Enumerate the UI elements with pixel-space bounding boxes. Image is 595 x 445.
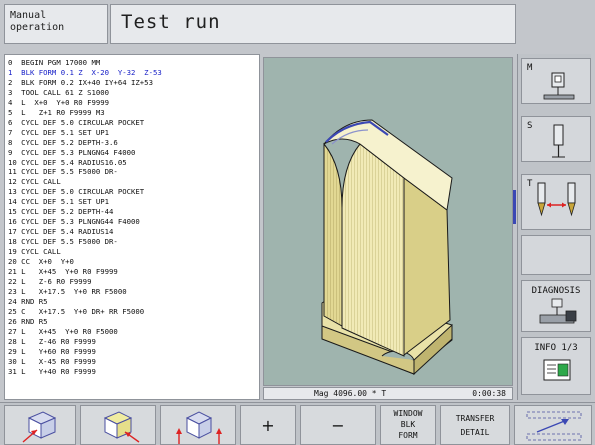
program-line[interactable]: 2 BLK FORM 0.2 IX+40 IY+64 IZ+53 (8, 78, 259, 88)
t-tool-key[interactable]: T (521, 174, 591, 230)
machining-time-readout: 0:00:38 (472, 389, 506, 398)
m-function-key[interactable]: M (521, 58, 591, 104)
scroll-indicator (513, 190, 516, 224)
window-blk-form-line1: WINDOW (393, 409, 423, 418)
program-line[interactable]: 18 CYCL DEF 5.5 F5000 DR- (8, 237, 259, 247)
program-line[interactable]: 0 BEGIN PGM 17000 MM (8, 58, 259, 68)
program-line[interactable]: 28 L Z-46 R0 F9999 (8, 337, 259, 347)
transfer-detail-key[interactable]: TRANSFER DETAIL (440, 405, 510, 445)
program-line[interactable]: 9 CYCL DEF 5.3 PLNGNG4 F4000 (8, 148, 259, 158)
program-line[interactable]: 26 RND R5 (8, 317, 259, 327)
transfer-detail-line2: DETAIL (460, 428, 490, 437)
window-blk-form-key[interactable]: WINDOW BLK FORM (380, 405, 436, 445)
rotate-cube-icon (176, 411, 222, 444)
zoom-out-key[interactable]: − (300, 405, 376, 445)
empty-side-key[interactable] (521, 235, 591, 275)
program-line-active[interactable]: 1 BLK FORM 0.1 Z X-20 Y-32 Z-53 (8, 68, 259, 78)
program-line[interactable]: 14 CYCL DEF 5.1 SET UP1 (8, 197, 259, 207)
program-line[interactable]: 13 CYCL DEF 5.0 CIRCULAR POCKET (8, 187, 259, 197)
graphics-status-bar: Mag 4096.00 * T 0:00:38 (263, 387, 513, 400)
tnc-screen: Manual operation Test run 0 BEGIN PGM 17… (0, 0, 595, 445)
program-line[interactable]: 20 CC X+0 Y+0 (8, 257, 259, 267)
test-run-graphics[interactable] (263, 57, 513, 386)
program-line[interactable]: 15 CYCL DEF 5.2 DEPTH-44 (8, 207, 259, 217)
rotate-view-key[interactable] (160, 405, 236, 445)
program-line[interactable]: 12 CYCL CALL (8, 177, 259, 187)
workpiece-3d-view (321, 119, 453, 376)
program-line[interactable]: 25 C X+17.5 Y+0 DR+ RR F5000 (8, 307, 259, 317)
transfer-detail-line1: TRANSFER (455, 414, 495, 423)
program-line[interactable]: 3 TOOL CALL 61 Z S1000 (8, 88, 259, 98)
diagnosis-key[interactable]: DIAGNOSIS (521, 280, 591, 332)
program-line[interactable]: 29 L Y+60 R0 F9999 (8, 347, 259, 357)
cube-view-left-icon (22, 411, 57, 443)
program-line[interactable]: 27 L X+45 Y+0 R0 F5000 (8, 327, 259, 337)
program-line[interactable]: 30 L X-45 R0 F9999 (8, 357, 259, 367)
program-line[interactable]: 17 CYCL DEF 5.4 RADIUS14 (8, 227, 259, 237)
magnification-readout: Mag 4096.00 * T (314, 389, 387, 398)
zoom-in-key[interactable]: + (240, 405, 296, 445)
program-line[interactable]: 23 L X+17.5 Y+0 RR F5000 (8, 287, 259, 297)
program-listing[interactable]: 0 BEGIN PGM 17000 MM 1 BLK FORM 0.1 Z X-2… (4, 54, 260, 400)
program-line[interactable]: 19 CYCL CALL (8, 247, 259, 257)
view-3d-right-key[interactable] (80, 405, 156, 445)
plus-label: + (261, 416, 275, 435)
program-line[interactable]: 16 CYCL DEF 5.3 PLNGNG44 F4000 (8, 217, 259, 227)
vertical-softkey-bar: M S T DIAGNOSIS INFO 1/3 (517, 54, 591, 400)
window-blk-form-line3: FORM (398, 431, 418, 440)
softkey-row-icon (526, 411, 582, 441)
diagnosis-icon (539, 298, 577, 324)
softkey-row-switch-key[interactable] (514, 405, 592, 445)
program-line[interactable]: 4 L X+0 Y+0 R0 F9999 (8, 98, 259, 108)
spindle-speed-icon (552, 124, 565, 158)
program-line[interactable]: 5 L Z+1 R0 F9999 M3 (8, 108, 259, 118)
s-spindle-key[interactable]: S (521, 116, 591, 162)
cube-view-right-icon (103, 411, 140, 443)
program-line[interactable]: 31 L Y+40 R0 F9999 (8, 367, 259, 377)
view-3d-left-key[interactable] (4, 405, 76, 445)
program-line[interactable]: 7 CYCL DEF 5.1 SET UP1 (8, 128, 259, 138)
program-line[interactable]: 11 CYCL DEF 5.5 F5000 DR- (8, 167, 259, 177)
minus-label: − (331, 416, 345, 435)
info-page-icon (543, 359, 571, 381)
program-line[interactable]: 6 CYCL DEF 5.0 CIRCULAR POCKET (8, 118, 259, 128)
window-blk-form-line2: BLK (400, 420, 416, 429)
machine-mode-panel: Manual operation (4, 4, 108, 44)
program-mode-panel: Test run (110, 4, 516, 44)
info-key[interactable]: INFO 1/3 (521, 337, 591, 395)
program-mode-title: Test run (121, 11, 221, 33)
program-line[interactable]: 22 L Z-6 R0 F9999 (8, 277, 259, 287)
machine-mode-label: Manual operation (10, 10, 65, 33)
program-line[interactable]: 21 L X+45 Y+0 R0 F9999 (8, 267, 259, 277)
tool-change-icon (537, 182, 576, 217)
spindle-m-icon (543, 72, 575, 100)
program-line[interactable]: 24 RND R5 (8, 297, 259, 307)
program-line[interactable]: 8 CYCL DEF 5.2 DEPTH-3.6 (8, 138, 259, 148)
program-line[interactable]: 10 CYCL DEF 5.4 RADIUS16.05 (8, 158, 259, 168)
